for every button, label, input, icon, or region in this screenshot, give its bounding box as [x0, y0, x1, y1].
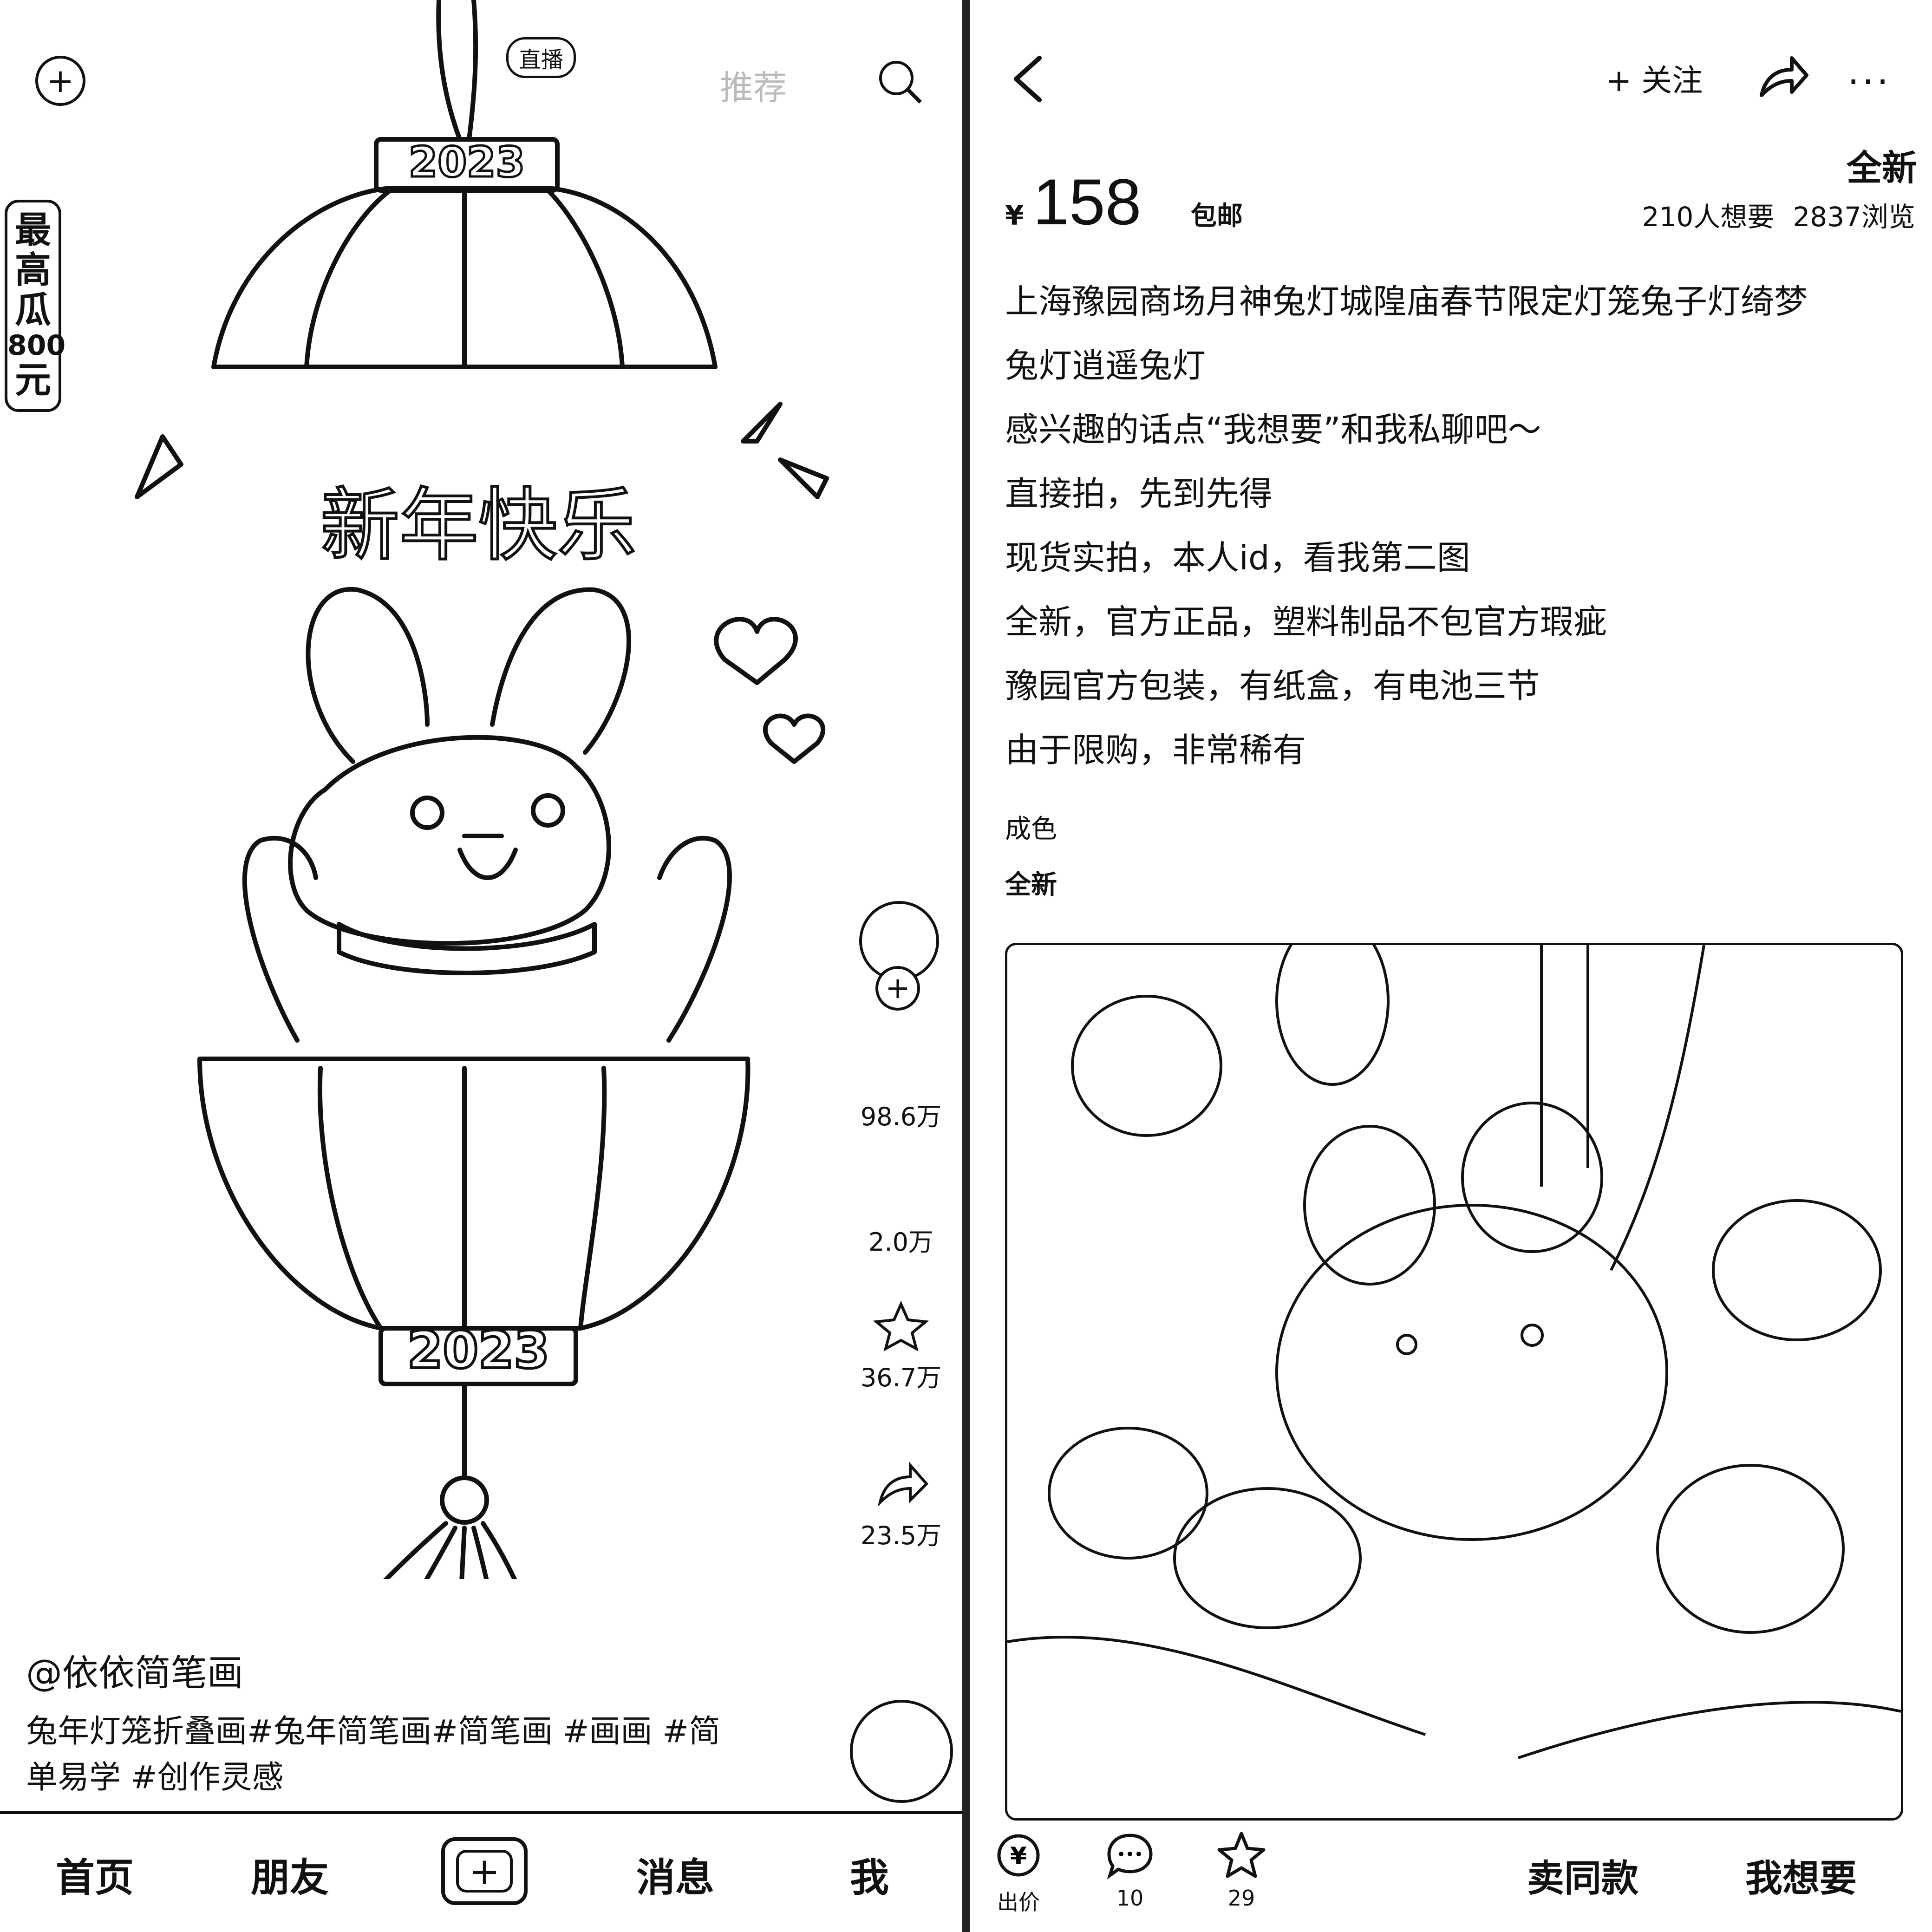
like-count: 98.6万	[860, 1102, 942, 1131]
condition-value: 全新	[1005, 870, 1057, 900]
video-app-screen: + 直播 推荐 最 高 瓜 800 元 新年快乐 2023 2023 + 98.…	[0, 0, 962, 1932]
want-count: 210人想要	[1642, 201, 1775, 233]
heart	[714, 617, 798, 685]
product-photo[interactable]	[1005, 943, 1903, 1821]
share-button[interactable]: 23.5万	[845, 1458, 957, 1552]
rabbit-lantern-drawing: 新年快乐 2023 2023	[135, 0, 829, 1579]
price-tag-icon: ¥	[997, 1834, 1040, 1877]
rabbit-head	[288, 735, 611, 946]
promo-char: 高	[14, 249, 51, 291]
star-icon	[873, 1300, 929, 1351]
year-bottom: 2023	[407, 1320, 549, 1380]
share-arrow-icon	[877, 1462, 929, 1507]
comment-count: 2.0万	[868, 1227, 933, 1257]
svg-text:¥: ¥	[1010, 1842, 1027, 1870]
heart	[763, 713, 826, 764]
rabbit-lantern-photo	[1007, 945, 1901, 1759]
listing-description: 上海豫园商场月神兔灯城隍庙春节限定灯笼兔子灯绮梦 兔灯逍遥兔灯 感兴趣的话点“我…	[1005, 269, 1906, 782]
like-button[interactable]: 98.6万	[845, 1096, 957, 1133]
more-icon[interactable]: ···	[1847, 60, 1891, 104]
nav-friends[interactable]: 朋友	[251, 1847, 329, 1903]
shipping-tag: 包邮	[1191, 201, 1243, 231]
currency-symbol: ¥	[1005, 200, 1024, 231]
promo-char: 最	[14, 209, 51, 251]
favorite-button[interactable]: 29	[1211, 1830, 1272, 1911]
description-line: 上海豫园商场月神兔灯城隍庙春节限定灯笼兔子灯绮梦	[1005, 282, 1808, 321]
nav-messages[interactable]: 消息	[636, 1847, 714, 1903]
description-line: 感兴趣的话点“我想要”和我私聊吧～	[1005, 410, 1541, 449]
listing-header: + 关注 ···	[970, 42, 1932, 121]
comment-button[interactable]: 10	[1100, 1830, 1160, 1911]
share-icon[interactable]	[1755, 51, 1810, 102]
favorite-count: 29	[1227, 1886, 1255, 1911]
promo-amount: 800	[7, 329, 66, 362]
i-want-button[interactable]: 我想要	[1745, 1848, 1857, 1902]
author-handle[interactable]: @依依简笔画	[26, 1644, 243, 1696]
description-line: 豫园官方包装，有纸盒，有电池三节	[1005, 666, 1540, 705]
star-icon	[1217, 1832, 1266, 1878]
create-button[interactable]: +	[441, 1837, 528, 1905]
banner-text: 新年快乐	[320, 480, 636, 572]
favorite-count: 36.7万	[860, 1363, 942, 1392]
description-line: 由于限购，非常稀有	[1005, 731, 1306, 770]
view-count: 2837浏览	[1793, 201, 1915, 233]
chat-bubble-icon	[1107, 1834, 1153, 1880]
listing-stats: 210人想要 2837浏览	[1642, 195, 1915, 234]
description-line: 现货实拍，本人id，看我第二图	[1005, 538, 1470, 577]
description-line: 全新，官方正品，塑料制品不包官方瑕疵	[1005, 602, 1607, 641]
promo-char: 瓜	[14, 289, 51, 331]
promo-badge[interactable]: 最 高 瓜 800 元	[5, 200, 66, 412]
nav-home[interactable]: 首页	[56, 1847, 134, 1903]
back-arrow-icon[interactable]	[1007, 51, 1049, 107]
sell-same-button[interactable]: 卖同款	[1527, 1848, 1638, 1902]
share-count: 23.5万	[860, 1521, 942, 1550]
listing-screen: + 关注 ··· 全新 ¥ 158 包邮 210人想要 2837浏览 上海豫园商场…	[970, 0, 1932, 1932]
comment-button[interactable]: 2.0万	[845, 1221, 957, 1258]
add-icon[interactable]: +	[35, 56, 85, 106]
hanging-string	[436, 0, 478, 142]
description-line: 直接拍，先到先得	[1005, 474, 1273, 513]
plus-icon: +	[456, 1850, 513, 1893]
bottom-lantern	[197, 1057, 751, 1331]
description-line: 兔灯逍遥兔灯	[1005, 346, 1206, 385]
follow-button[interactable]: + 关注	[1606, 56, 1703, 100]
year-top: 2023	[409, 138, 525, 187]
listing-bottom-bar: ¥ 出价 10 29 卖同款 我想要	[970, 1821, 1932, 1932]
video-caption[interactable]: 兔年灯笼折叠画#兔年简笔画#简笔画 #画画 #简单易学 #创作灵感	[26, 1709, 751, 1801]
nav-me[interactable]: 我	[850, 1847, 889, 1903]
follow-plus-icon[interactable]: +	[875, 966, 920, 1011]
condition-label: 成色	[1005, 814, 1057, 844]
comment-count: 10	[1116, 1886, 1144, 1911]
music-disc-icon[interactable]	[850, 1700, 953, 1803]
offer-label: 出价	[997, 1890, 1040, 1915]
price-row: ¥ 158 包邮 210人想要 2837浏览	[1005, 165, 1915, 238]
offer-button[interactable]: ¥ 出价	[988, 1830, 1049, 1916]
favorite-button[interactable]: 36.7万	[845, 1300, 957, 1394]
bottom-nav: 首页 朋友 + 消息 我	[0, 1811, 962, 1932]
screen-divider	[962, 0, 970, 1932]
price: 158	[1033, 165, 1142, 238]
promo-char: 元	[14, 359, 51, 402]
